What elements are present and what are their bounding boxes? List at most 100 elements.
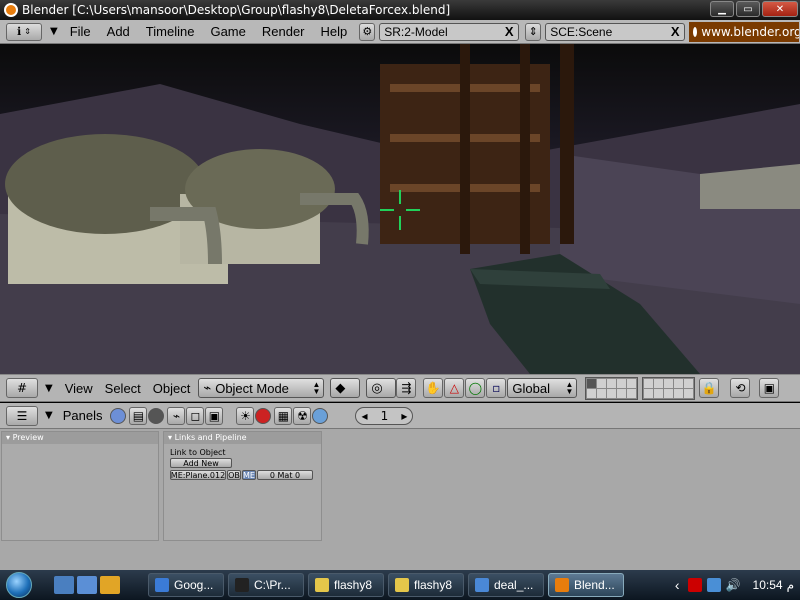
clock-time[interactable]: 10:54 xyxy=(753,578,783,592)
tray-chevron-icon[interactable]: ‹ xyxy=(675,577,680,593)
menu-timeline[interactable]: Timeline xyxy=(138,24,203,39)
show-desktop-icon[interactable] xyxy=(54,576,74,594)
menu-help[interactable]: Help xyxy=(313,24,356,39)
window-type-button[interactable]: ℹ ⇕ xyxy=(6,22,42,41)
scene-field-value: SCE:Scene xyxy=(550,24,613,39)
solid-draw-icon: ◆ xyxy=(335,380,346,395)
add-new-button[interactable]: Add New xyxy=(170,458,232,468)
script-icon[interactable]: ▤ xyxy=(129,406,148,425)
buttons-editor-icon[interactable]: ☰ xyxy=(6,405,38,426)
object-icon[interactable]: ⌁ xyxy=(167,406,186,425)
menu-object[interactable]: Object xyxy=(147,381,197,396)
task-label: C:\Pr... xyxy=(254,578,291,592)
grid-editor-icon[interactable]: # xyxy=(6,378,38,398)
taskbar-button[interactable]: C:\Pr... xyxy=(228,573,304,597)
screen-field-value: SR:2-Model xyxy=(384,24,448,39)
menu-add[interactable]: Add xyxy=(99,24,138,39)
frame-next-arrow-icon[interactable]: ▸ xyxy=(401,409,407,423)
updown-icon: ▲ ▼ xyxy=(312,380,321,396)
scene-field[interactable]: SCE:Scene X xyxy=(545,22,686,41)
minimize-button[interactable]: ▁ xyxy=(710,1,734,17)
world-icon[interactable] xyxy=(312,407,329,424)
network-icon[interactable] xyxy=(706,578,721,592)
pivot-select[interactable]: ◎ xyxy=(366,378,397,398)
snap-icon[interactable]: ⟲ xyxy=(730,378,751,398)
taskbar-button[interactable]: Blend... xyxy=(548,573,624,597)
task-app-icon xyxy=(555,578,569,592)
antivirus-icon[interactable] xyxy=(687,578,702,592)
media-player-icon[interactable] xyxy=(100,576,120,594)
3d-viewport[interactable]: health ammo 5 33 xyxy=(0,44,800,374)
taskbar-button[interactable]: flashy8 xyxy=(388,573,464,597)
mesh-name-field[interactable]: ME:Plane.012 xyxy=(170,470,226,480)
task-app-icon xyxy=(315,578,329,592)
url-text: www.blender.org xyxy=(701,24,800,39)
screen-delete-button[interactable]: X xyxy=(502,24,516,39)
me-toggle-button[interactable]: ME xyxy=(242,470,256,480)
task-label: Goog... xyxy=(174,578,214,592)
pivot-icon: ◎ xyxy=(371,380,383,395)
maximize-button[interactable]: ▭ xyxy=(736,1,760,17)
switch-windows-icon[interactable] xyxy=(77,576,97,594)
start-button[interactable] xyxy=(0,570,38,600)
collapse-triangle-icon[interactable]: ▼ xyxy=(45,383,53,394)
buttons-window: ▾ Preview ▾ Links and Pipeline Link to O… xyxy=(0,429,800,570)
menu-file[interactable]: File xyxy=(62,24,99,39)
frame-prev-arrow-icon[interactable]: ◂ xyxy=(361,409,367,423)
task-app-icon xyxy=(155,578,169,592)
volume-icon[interactable]: 🔊 xyxy=(726,578,742,592)
mode-select[interactable]: ⌁ Object Mode ▲ ▼ xyxy=(198,378,325,398)
links-title-text: Links and Pipeline xyxy=(174,433,247,442)
shading-icon[interactable] xyxy=(148,407,165,424)
scene-browse-icon[interactable]: ⇕ xyxy=(525,22,542,41)
layers-group-1[interactable] xyxy=(585,376,639,400)
radiosity-icon[interactable]: ☢ xyxy=(293,406,312,425)
translate-manipulator-icon[interactable]: △ xyxy=(444,378,465,398)
menu-game[interactable]: Game xyxy=(202,24,253,39)
task-label: flashy8 xyxy=(334,578,373,592)
lock-icon[interactable]: 🔒 xyxy=(699,378,720,398)
task-label: Blend... xyxy=(574,578,615,592)
hand-manipulator-icon[interactable]: ✋ xyxy=(423,378,444,398)
window-titlebar[interactable]: Blender [C:\Users\mansoor\Desktop\Group\… xyxy=(0,0,800,20)
blender-logo-icon xyxy=(4,3,18,17)
blender-url[interactable]: www.blender.org xyxy=(689,21,800,42)
editing-icon[interactable]: ◻ xyxy=(186,406,205,425)
menu-render[interactable]: Render xyxy=(254,24,313,39)
window-title: Blender [C:\Users\mansoor\Desktop\Group\… xyxy=(22,3,451,17)
scene-icon[interactable]: ▣ xyxy=(205,406,224,425)
draw-type-select[interactable]: ◆ xyxy=(330,378,361,398)
menu-select[interactable]: Select xyxy=(99,381,147,396)
taskbar-button[interactable]: Goog... xyxy=(148,573,224,597)
task-list: Goog... C:\Pr... flashy8 flashy8 deal_... Ble… xyxy=(144,573,624,597)
frame-value: 1 xyxy=(380,408,389,423)
material-icon[interactable] xyxy=(255,407,272,424)
lamp-icon[interactable]: ☀ xyxy=(236,406,255,425)
ob-toggle-button[interactable]: OB xyxy=(227,470,241,480)
preview-panel-title[interactable]: ▾ Preview xyxy=(2,432,158,444)
texture-icon[interactable]: ▦ xyxy=(274,406,293,425)
scene-delete-button[interactable]: X xyxy=(668,24,682,39)
material-count-field[interactable]: 0 Mat 0 xyxy=(257,470,313,480)
taskbar-button[interactable]: deal_... xyxy=(468,573,544,597)
menu-view[interactable]: View xyxy=(59,381,99,396)
close-button[interactable]: ✕ xyxy=(762,1,798,17)
taskbar-button[interactable]: flashy8 xyxy=(308,573,384,597)
panels-menu[interactable]: Panels xyxy=(59,408,111,423)
links-panel-title[interactable]: ▾ Links and Pipeline xyxy=(164,432,321,444)
align-view-icon[interactable]: ⇶ xyxy=(396,378,417,398)
scale-manipulator-icon[interactable]: ▫ xyxy=(486,378,507,398)
windows-taskbar: Goog... C:\Pr... flashy8 flashy8 deal_... Ble… xyxy=(0,570,800,600)
collapse-triangle-icon[interactable]: ▼ xyxy=(50,26,58,37)
orientation-select[interactable]: Global ▲ ▼ xyxy=(507,378,578,398)
render-preview-icon[interactable]: ▣ xyxy=(759,378,780,398)
updown-icon: ▲ ▼ xyxy=(565,380,574,396)
collapse-triangle-icon[interactable]: ▼ xyxy=(45,410,53,421)
screen-field[interactable]: SR:2-Model X xyxy=(379,22,520,41)
layers-group-2[interactable] xyxy=(642,376,696,400)
task-app-icon xyxy=(235,578,249,592)
rotate-manipulator-icon[interactable]: ◯ xyxy=(465,378,486,398)
logic-icon[interactable] xyxy=(110,407,127,424)
screen-browse-icon[interactable]: ⚙ xyxy=(359,22,376,41)
frame-number-field[interactable]: ◂ 1 ▸ xyxy=(355,406,414,425)
